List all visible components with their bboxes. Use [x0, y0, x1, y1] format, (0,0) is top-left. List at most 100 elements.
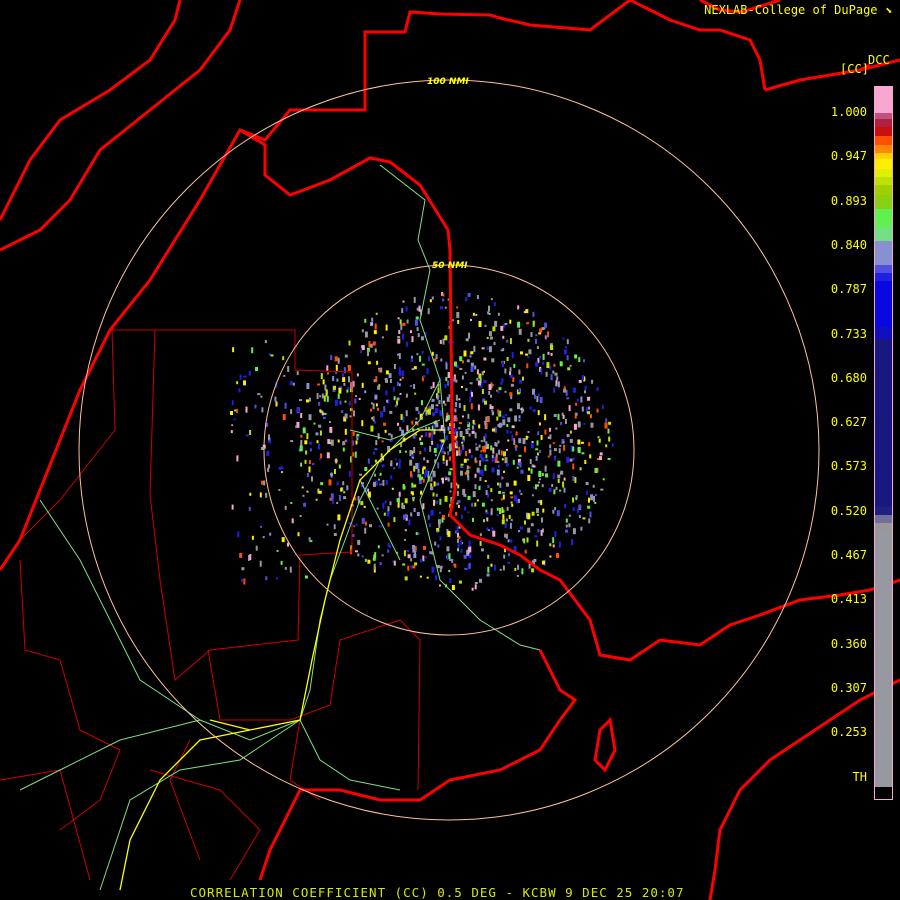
- radar-echo: [359, 473, 363, 476]
- radar-echo: [334, 459, 338, 462]
- radar-echo: [406, 319, 409, 324]
- radar-echo: [318, 490, 322, 494]
- radar-echo: [231, 424, 234, 427]
- radar-echo: [504, 368, 507, 374]
- radar-echo: [322, 416, 326, 419]
- radar-echo: [318, 401, 321, 406]
- radar-echo: [381, 554, 384, 557]
- radar-echo: [509, 392, 513, 397]
- radar-echo: [404, 514, 407, 518]
- radar-echo: [489, 404, 492, 410]
- radar-echo: [424, 471, 427, 478]
- radar-echo: [435, 493, 438, 497]
- radar-echo: [458, 398, 461, 401]
- radar-echo: [590, 414, 592, 419]
- radar-echo: [419, 451, 422, 455]
- radar-echo: [337, 393, 340, 399]
- radar-echo: [549, 555, 552, 558]
- radar-echo: [506, 506, 509, 511]
- radar-echo: [553, 387, 556, 393]
- radar-echo: [385, 390, 388, 396]
- radar-echo: [347, 364, 351, 371]
- radar-echo: [437, 462, 440, 469]
- radar-echo: [465, 297, 468, 302]
- radar-echo: [593, 495, 595, 502]
- radar-echo: [538, 471, 542, 477]
- radar-echo: [598, 438, 601, 443]
- radar-echo: [405, 393, 408, 398]
- radar-echo: [306, 399, 309, 403]
- radar-echo: [496, 514, 499, 516]
- radar-echo: [304, 575, 308, 579]
- radar-echo: [381, 336, 384, 339]
- radar-echo: [524, 520, 526, 525]
- radar-echo: [306, 433, 309, 440]
- radar-echo: [297, 532, 300, 537]
- radar-echo: [405, 410, 408, 417]
- radar-echo: [471, 391, 473, 397]
- radar-echo: [483, 519, 485, 523]
- radar-echo: [468, 466, 471, 469]
- radar-echo: [565, 518, 568, 523]
- radar-echo: [490, 511, 493, 516]
- radar-echo: [401, 308, 404, 314]
- radar-echo: [463, 458, 467, 463]
- radar-echo: [455, 417, 458, 422]
- radar-echo: [478, 424, 481, 429]
- radar-echo: [478, 321, 482, 327]
- radar-echo: [478, 373, 482, 379]
- radar-echo: [501, 491, 505, 494]
- radar-echo: [542, 361, 545, 365]
- radar-echo: [263, 480, 266, 486]
- radar-echo: [308, 537, 311, 541]
- radar-echo: [552, 370, 555, 374]
- radar-echo: [377, 545, 380, 549]
- radar-echo: [427, 514, 430, 520]
- radar-echo: [410, 330, 412, 334]
- radar-echo: [486, 527, 489, 531]
- radar-echo: [377, 407, 379, 411]
- color-scale-bar: [874, 86, 893, 800]
- radar-echo: [457, 504, 460, 508]
- radar-echo: [517, 403, 520, 410]
- radar-echo: [429, 299, 432, 303]
- radar-echo: [261, 407, 264, 413]
- radar-echo: [411, 358, 413, 362]
- radar-echo: [390, 463, 393, 466]
- radar-echo: [578, 515, 581, 518]
- radar-echo: [401, 376, 404, 379]
- radar-echo: [572, 457, 575, 461]
- radar-echo: [372, 481, 376, 487]
- radar-echo: [502, 335, 505, 339]
- radar-echo: [575, 402, 578, 406]
- radar-echo: [297, 408, 299, 413]
- radar-echo: [566, 397, 570, 400]
- radar-echo: [485, 454, 488, 459]
- radar-echo: [513, 440, 516, 445]
- radar-echo: [442, 298, 445, 302]
- radar-echo: [322, 379, 325, 385]
- radar-echo: [520, 469, 524, 474]
- radar-echo: [509, 367, 512, 372]
- radar-echo: [509, 374, 513, 378]
- radar-echo: [511, 503, 514, 507]
- radar-echo: [519, 526, 523, 530]
- radar-echo: [324, 384, 327, 391]
- radar-echo: [493, 456, 496, 460]
- radar-echo: [423, 545, 426, 550]
- radar-echo: [384, 429, 387, 433]
- radar-echo: [549, 444, 552, 449]
- radar-echo: [398, 459, 401, 463]
- radar-echo: [506, 357, 509, 361]
- radar-echo: [517, 321, 521, 328]
- radar-echo: [552, 473, 555, 480]
- radar-echo: [447, 451, 450, 456]
- radar-echo: [291, 518, 294, 524]
- radar-echo: [415, 417, 418, 420]
- radar-echo: [320, 482, 324, 486]
- radar-echo: [276, 549, 279, 552]
- radar-echo: [424, 556, 427, 559]
- radar-echo: [506, 429, 509, 434]
- radar-echo: [532, 465, 536, 468]
- radar-echo: [439, 410, 443, 417]
